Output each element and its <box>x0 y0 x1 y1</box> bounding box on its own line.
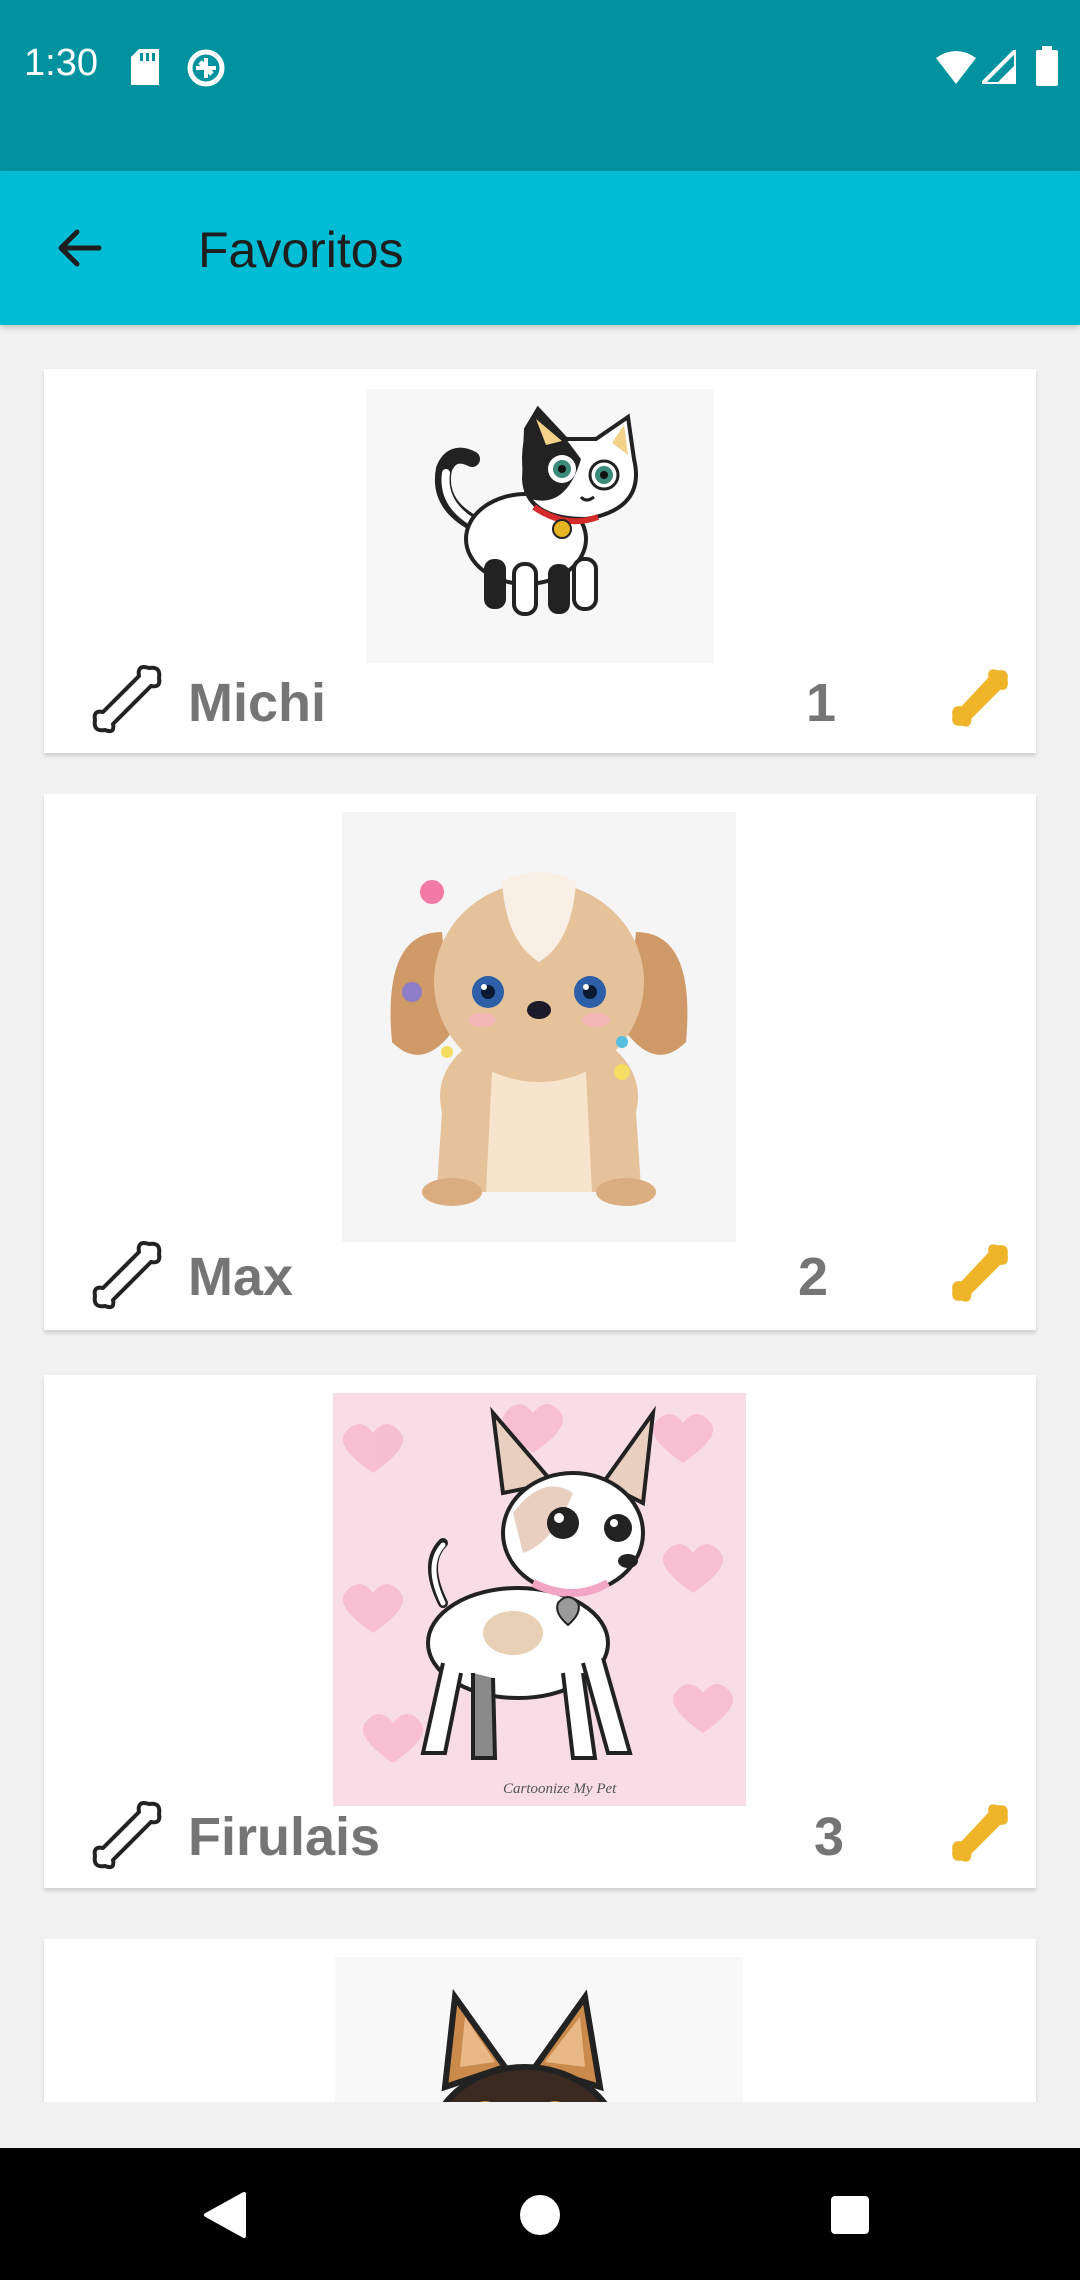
pet-name: Michi <box>188 673 327 733</box>
app-bar: Favoritos <box>0 171 1080 325</box>
cartoon-chihuahua-image: Cartoonize My Pet <box>333 1393 746 1806</box>
cartoon-puppy-image <box>342 812 736 1242</box>
bone-outline-icon[interactable] <box>89 662 163 736</box>
pet-card[interactable] <box>44 1939 1036 2102</box>
nav-home-button[interactable] <box>505 2180 575 2250</box>
bone-outline-icon[interactable] <box>89 1238 163 1312</box>
battery-icon <box>1036 46 1058 86</box>
pet-card[interactable]: Michi 1 <box>44 369 1036 753</box>
data-saver-icon <box>187 49 225 87</box>
pet-count: 3 <box>814 1807 845 1867</box>
pet-count: 1 <box>806 673 837 733</box>
cartoon-cat-image <box>366 389 714 663</box>
nav-recents-button[interactable] <box>815 2180 885 2250</box>
arrow-back-icon <box>58 229 102 267</box>
nav-back-button[interactable] <box>190 2180 260 2250</box>
nav-home-icon <box>520 2195 560 2235</box>
image-watermark: Cartoonize My Pet <box>503 1781 617 1797</box>
pet-name: Max <box>188 1247 294 1307</box>
nav-recents-icon <box>831 2196 869 2234</box>
sd-card-icon <box>131 49 159 85</box>
pet-card[interactable]: Max 2 <box>44 794 1036 1330</box>
bone-filled-icon[interactable] <box>950 668 1010 728</box>
pet-card[interactable]: Cartoonize My Pet Firulais 3 <box>44 1375 1036 1888</box>
status-time: 1:30 <box>24 42 98 84</box>
nav-back-icon <box>204 2192 246 2238</box>
favorites-list[interactable]: Michi 1 Max 2 Cartoonize My Pet Firulais… <box>0 325 1080 2102</box>
page-title: Favoritos <box>198 222 404 278</box>
signal-icon <box>982 50 1016 84</box>
back-button[interactable] <box>40 209 118 287</box>
pet-name: Firulais <box>188 1807 381 1867</box>
cartoon-dog-image <box>335 1957 743 2102</box>
bone-filled-icon[interactable] <box>950 1243 1010 1303</box>
pet-count: 2 <box>798 1247 829 1307</box>
bone-outline-icon[interactable] <box>89 1798 163 1872</box>
navigation-bar <box>0 2148 1080 2280</box>
status-bar: 1:30 <box>0 0 1080 171</box>
bone-filled-icon[interactable] <box>950 1803 1010 1863</box>
wifi-icon <box>936 51 976 84</box>
